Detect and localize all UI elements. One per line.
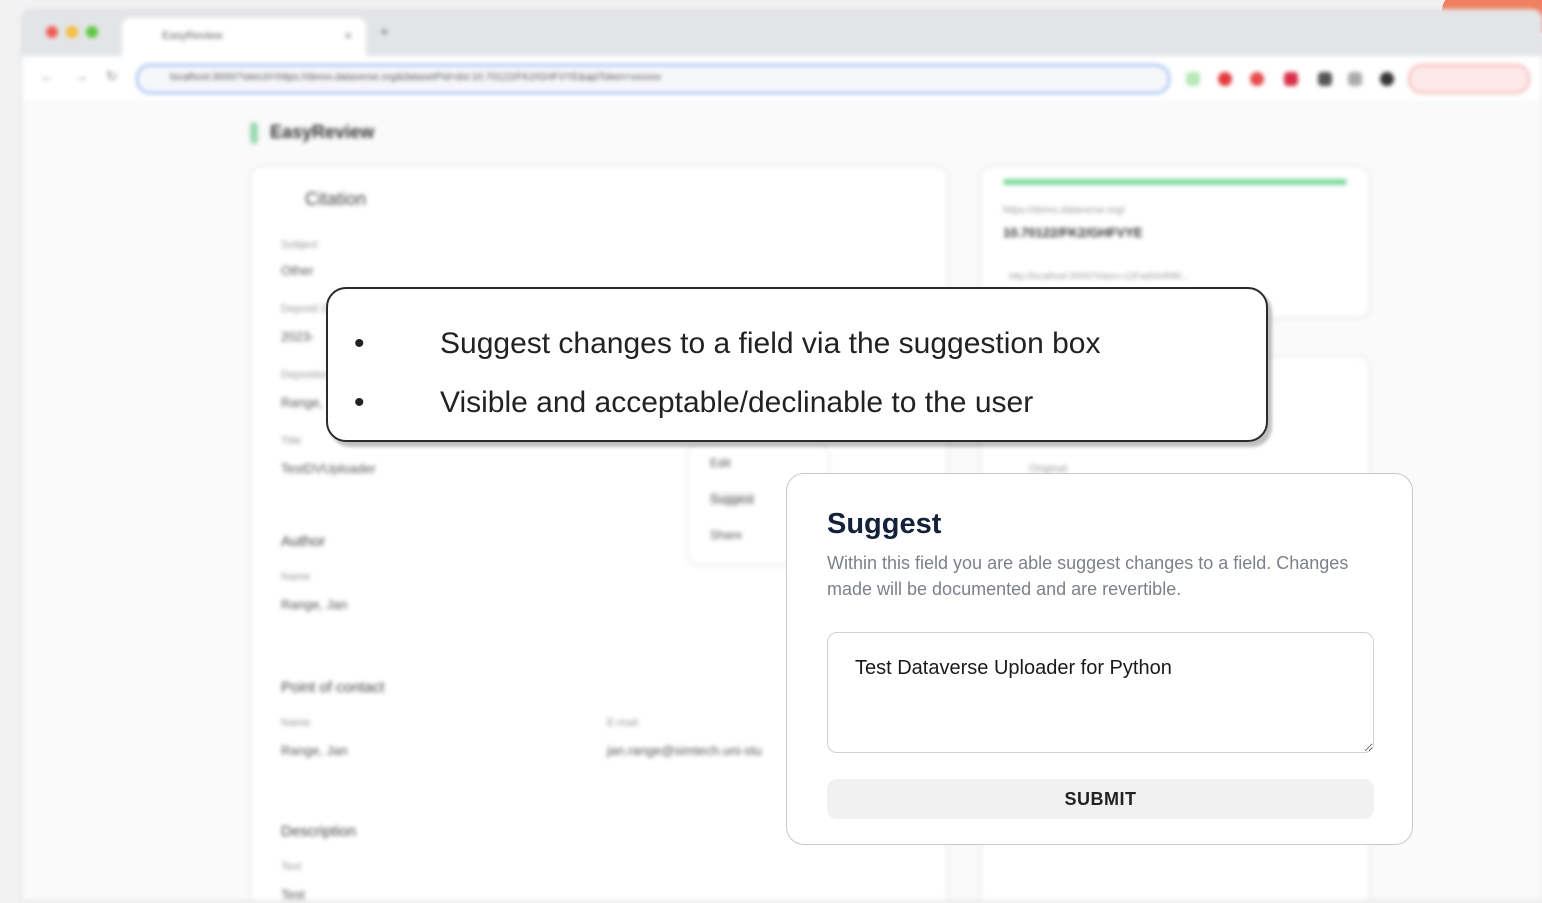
extension-icon[interactable] [1218, 72, 1232, 86]
logo-icon [250, 122, 258, 144]
forward-icon[interactable]: → [74, 68, 88, 84]
field-value: Range, Jan [281, 743, 348, 758]
field-label: Subject [281, 239, 318, 251]
avatar[interactable] [1380, 72, 1394, 86]
citation-title: Citation [305, 189, 367, 209]
menu-item-edit[interactable]: Edit [710, 456, 731, 470]
callout-text: Suggest changes to a field via the sugge… [440, 327, 1101, 360]
close-window-icon[interactable] [46, 26, 58, 38]
field-value: Other [281, 263, 314, 278]
update-button[interactable] [1408, 64, 1530, 94]
field-label: Name [281, 717, 311, 729]
extension-icon[interactable] [1250, 72, 1264, 86]
browser-tab[interactable]: EasyReview × [122, 18, 366, 56]
app-brand: EasyReview [270, 122, 375, 142]
minimize-window-icon[interactable] [66, 26, 78, 38]
suggest-description: Within this field you are able suggest c… [827, 553, 1349, 599]
field-value: 2023- [281, 329, 315, 344]
bullet-icon: • [354, 327, 365, 360]
back-icon[interactable]: ← [40, 68, 54, 84]
description-section-title: Description [281, 823, 357, 840]
nav-bar: ← → ↻ localhost:3000/?siteUrl=https://de… [22, 56, 1542, 101]
author-section-title: Author [281, 533, 326, 550]
suggest-dialog: Suggest Within this field you are able s… [786, 473, 1413, 845]
field-label: Title [281, 435, 302, 447]
progress-bar [1003, 179, 1347, 185]
field-value: Test [281, 887, 305, 900]
submit-button[interactable]: SUBMIT [827, 779, 1374, 819]
field-label: Name [281, 571, 311, 583]
menu-item-share[interactable]: Share [710, 528, 742, 542]
feature-callout: • Suggest changes to a field via the sug… [326, 287, 1268, 442]
dataset-doi: 10.70122/FK2/GHFVYE [1003, 225, 1143, 240]
share-link[interactable]: http://localhost:3000/?token=12Fad0A4f9M… [1009, 271, 1188, 281]
puzzle-icon[interactable] [1318, 72, 1332, 86]
field-value: Range, [281, 395, 323, 410]
extension-icon[interactable] [1186, 72, 1200, 86]
site-url: https://demo.dataverse.org/ [1003, 205, 1125, 216]
contact-section-title: Point of contact [281, 679, 385, 696]
extension-icon[interactable] [1284, 72, 1298, 86]
field-label: E-mail [607, 717, 639, 729]
close-tab-icon[interactable]: × [344, 28, 352, 43]
field-value: TestDVUploader [281, 461, 376, 476]
callout-text: Visible and acceptable/declinable to the… [440, 386, 1034, 419]
field-value: jan.range@simtech.uni-stu [607, 743, 762, 758]
menu-item-suggest[interactable]: Suggest [710, 492, 755, 506]
tab-bar: EasyReview × + [22, 10, 1542, 56]
new-tab-icon[interactable]: + [380, 24, 389, 41]
field-value: Range, Jan [281, 597, 348, 612]
field-label: Text [281, 861, 302, 873]
sidebar-icon[interactable] [1348, 72, 1362, 86]
reload-icon[interactable]: ↻ [106, 68, 118, 85]
suggest-title: Suggest [827, 508, 942, 540]
url-text: localhost:3000/?siteUrl=https://demo.dat… [170, 72, 662, 83]
field-label: Depositor [281, 369, 329, 381]
suggestion-input[interactable]: Test Dataverse Uploader for Python [827, 632, 1374, 753]
bullet-icon: • [354, 386, 365, 419]
tab-title: EasyReview [162, 30, 223, 42]
maximize-window-icon[interactable] [86, 26, 98, 38]
address-bar[interactable]: localhost:3000/?siteUrl=https://demo.dat… [136, 64, 1170, 94]
